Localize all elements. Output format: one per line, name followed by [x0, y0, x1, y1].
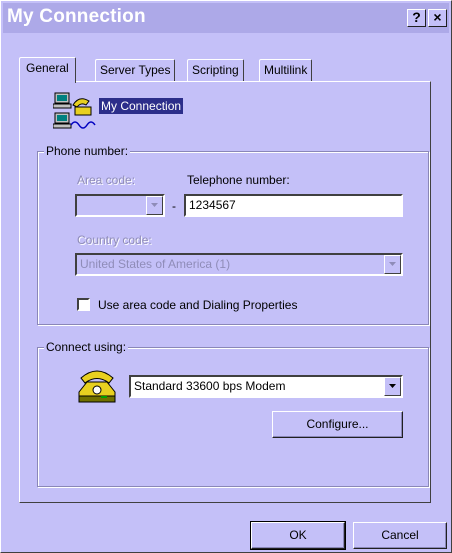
connect-using-legend: Connect using: — [44, 340, 129, 354]
telephone-number-label: Telephone number: — [187, 173, 290, 187]
tab-general[interactable]: General — [19, 57, 76, 83]
telephone-number-input[interactable]: 1234567 — [184, 194, 403, 217]
country-code-label: Country code: — [77, 233, 152, 247]
window-title: My Connection — [7, 6, 146, 27]
connection-name[interactable]: My Connection — [99, 98, 184, 114]
configure-button[interactable]: Configure... — [272, 411, 403, 438]
modem-phone-icon — [78, 370, 116, 403]
area-code-label: Area code: — [77, 173, 136, 187]
country-code-dropdown-arrow[interactable] — [384, 255, 401, 274]
tab-scripting-label: Scripting — [192, 63, 239, 77]
title-bar[interactable]: My Connection ? × — [3, 3, 449, 33]
area-code-dropdown[interactable] — [75, 194, 165, 217]
tab-server-types[interactable]: Server Types — [95, 59, 176, 81]
close-button[interactable]: × — [428, 9, 447, 27]
help-button[interactable]: ? — [407, 9, 426, 27]
cancel-button[interactable]: Cancel — [353, 522, 447, 549]
chevron-down-icon — [389, 384, 396, 388]
modem-dropdown-arrow[interactable] — [384, 377, 401, 396]
tab-scripting[interactable]: Scripting — [187, 59, 244, 81]
chevron-down-icon — [151, 203, 158, 207]
country-code-dropdown[interactable]: United States of America (1) — [75, 253, 403, 276]
tab-server-types-label: Server Types — [100, 63, 171, 77]
chevron-down-icon — [389, 262, 396, 266]
tab-multilink[interactable]: Multilink — [259, 59, 313, 81]
ok-button[interactable]: OK — [250, 521, 346, 550]
tab-general-label: General — [26, 61, 69, 75]
use-area-code-checkbox[interactable] — [77, 298, 90, 311]
use-area-code-label[interactable]: Use area code and Dialing Properties — [98, 298, 297, 312]
area-code-dropdown-arrow[interactable] — [146, 196, 163, 215]
modem-value: Standard 33600 bps Modem — [134, 379, 286, 393]
modem-dropdown[interactable]: Standard 33600 bps Modem — [129, 375, 403, 398]
phone-number-legend: Phone number: — [44, 144, 131, 158]
dialog-window: My Connection ? × General Server Types S… — [0, 0, 452, 553]
area-code-dash: - — [172, 199, 176, 213]
country-code-value: United States of America (1) — [80, 257, 231, 271]
tab-multilink-label: Multilink — [264, 63, 308, 77]
dialup-network-icon — [53, 92, 96, 129]
